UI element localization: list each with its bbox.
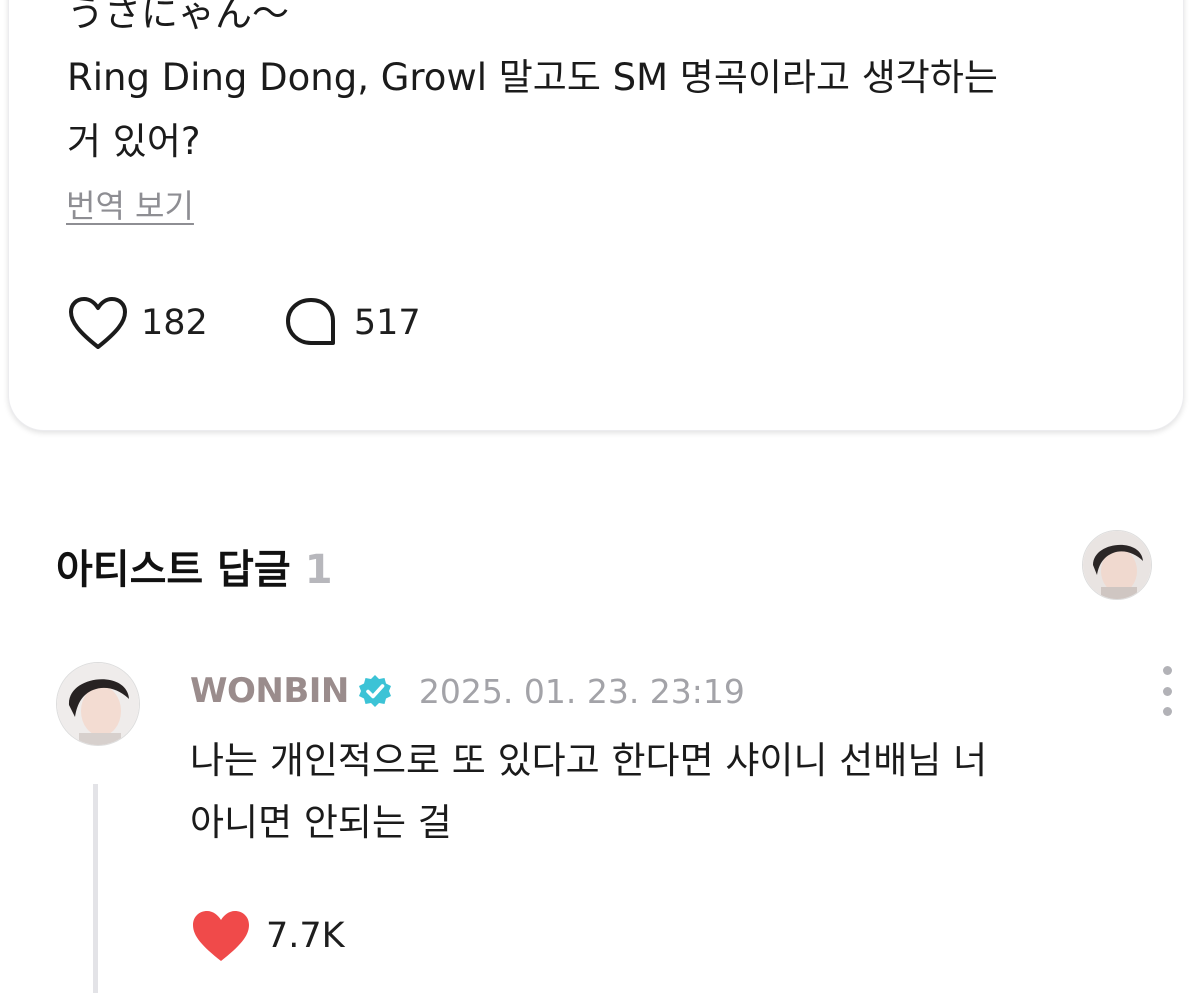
reply-line: 아니면 안되는 걸: [190, 801, 452, 844]
post-line: 거 있어?: [67, 120, 201, 163]
reply-timestamp: 2025. 01. 23. 23:19: [418, 671, 745, 711]
artist-avatar-small[interactable]: [1082, 530, 1152, 600]
post-comment-button[interactable]: 517: [280, 292, 421, 354]
more-options-icon[interactable]: [1152, 666, 1182, 716]
reply-body: 나는 개인적으로 또 있다고 한다면 샤이니 선배님 너 아니면 안되는 걸: [190, 730, 1140, 854]
heart-filled-icon: [193, 911, 249, 961]
post-comment-count: 517: [353, 303, 421, 343]
post-stats: 182 517: [67, 293, 421, 353]
reply-author-avatar[interactable]: [56, 662, 140, 746]
verified-badge-icon: [358, 675, 391, 707]
section-count: 1: [304, 547, 333, 593]
post-like-count: 182: [141, 303, 208, 343]
reply-like-count: 7.7K: [266, 916, 345, 956]
screen: うさにゃん〜 Ring Ding Dong, Growl 말고도 SM 명곡이라…: [0, 0, 1200, 993]
post-line: うさにゃん〜: [67, 0, 289, 35]
post-line: Ring Ding Dong, Growl 말고도 SM 명곡이라고 생각하는: [67, 56, 998, 99]
thread-line: [93, 784, 98, 993]
section-title: 아티스트 답글: [56, 547, 291, 593]
post-card: うさにゃん〜 Ring Ding Dong, Growl 말고도 SM 명곡이라…: [8, 0, 1184, 431]
post-body: うさにゃん〜 Ring Ding Dong, Growl 말고도 SM 명곡이라…: [67, 0, 1147, 174]
reply-like-button[interactable]: 7.7K: [190, 908, 345, 964]
post-like-button[interactable]: 182: [67, 292, 208, 354]
artist-replies-header: 아티스트 답글 1: [56, 537, 333, 595]
translate-link[interactable]: 번역 보기: [66, 181, 194, 227]
reply-line: 나는 개인적으로 또 있다고 한다면 샤이니 선배님 너: [190, 739, 988, 782]
reply-author-name[interactable]: WONBIN: [190, 671, 349, 711]
heart-outline-icon: [67, 292, 129, 354]
reply-meta: WONBIN 2025. 01. 23. 23:19: [190, 668, 745, 714]
speech-bubble-icon: [280, 292, 342, 354]
